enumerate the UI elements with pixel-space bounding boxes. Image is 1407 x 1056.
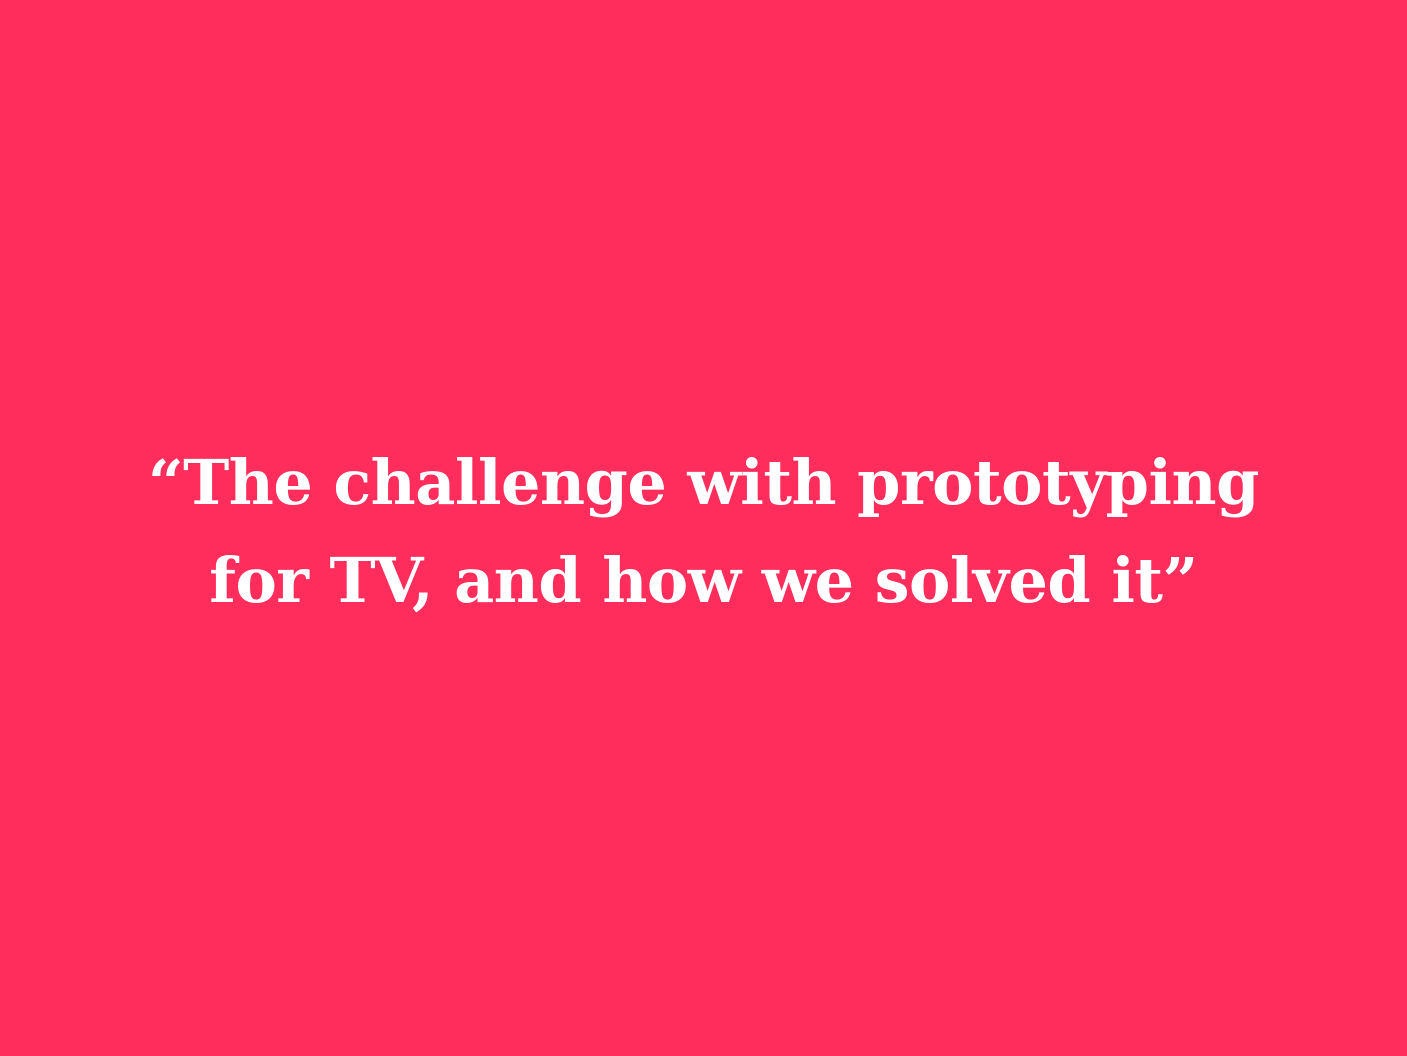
title-slide: “The challenge with prototyping for TV, …	[0, 0, 1407, 1056]
quote-line-2: for TV, and how we solved it”	[209, 544, 1198, 617]
quote-line-1: “The challenge with prototyping	[147, 446, 1260, 519]
quote-title: “The challenge with prototyping for TV, …	[147, 434, 1260, 630]
